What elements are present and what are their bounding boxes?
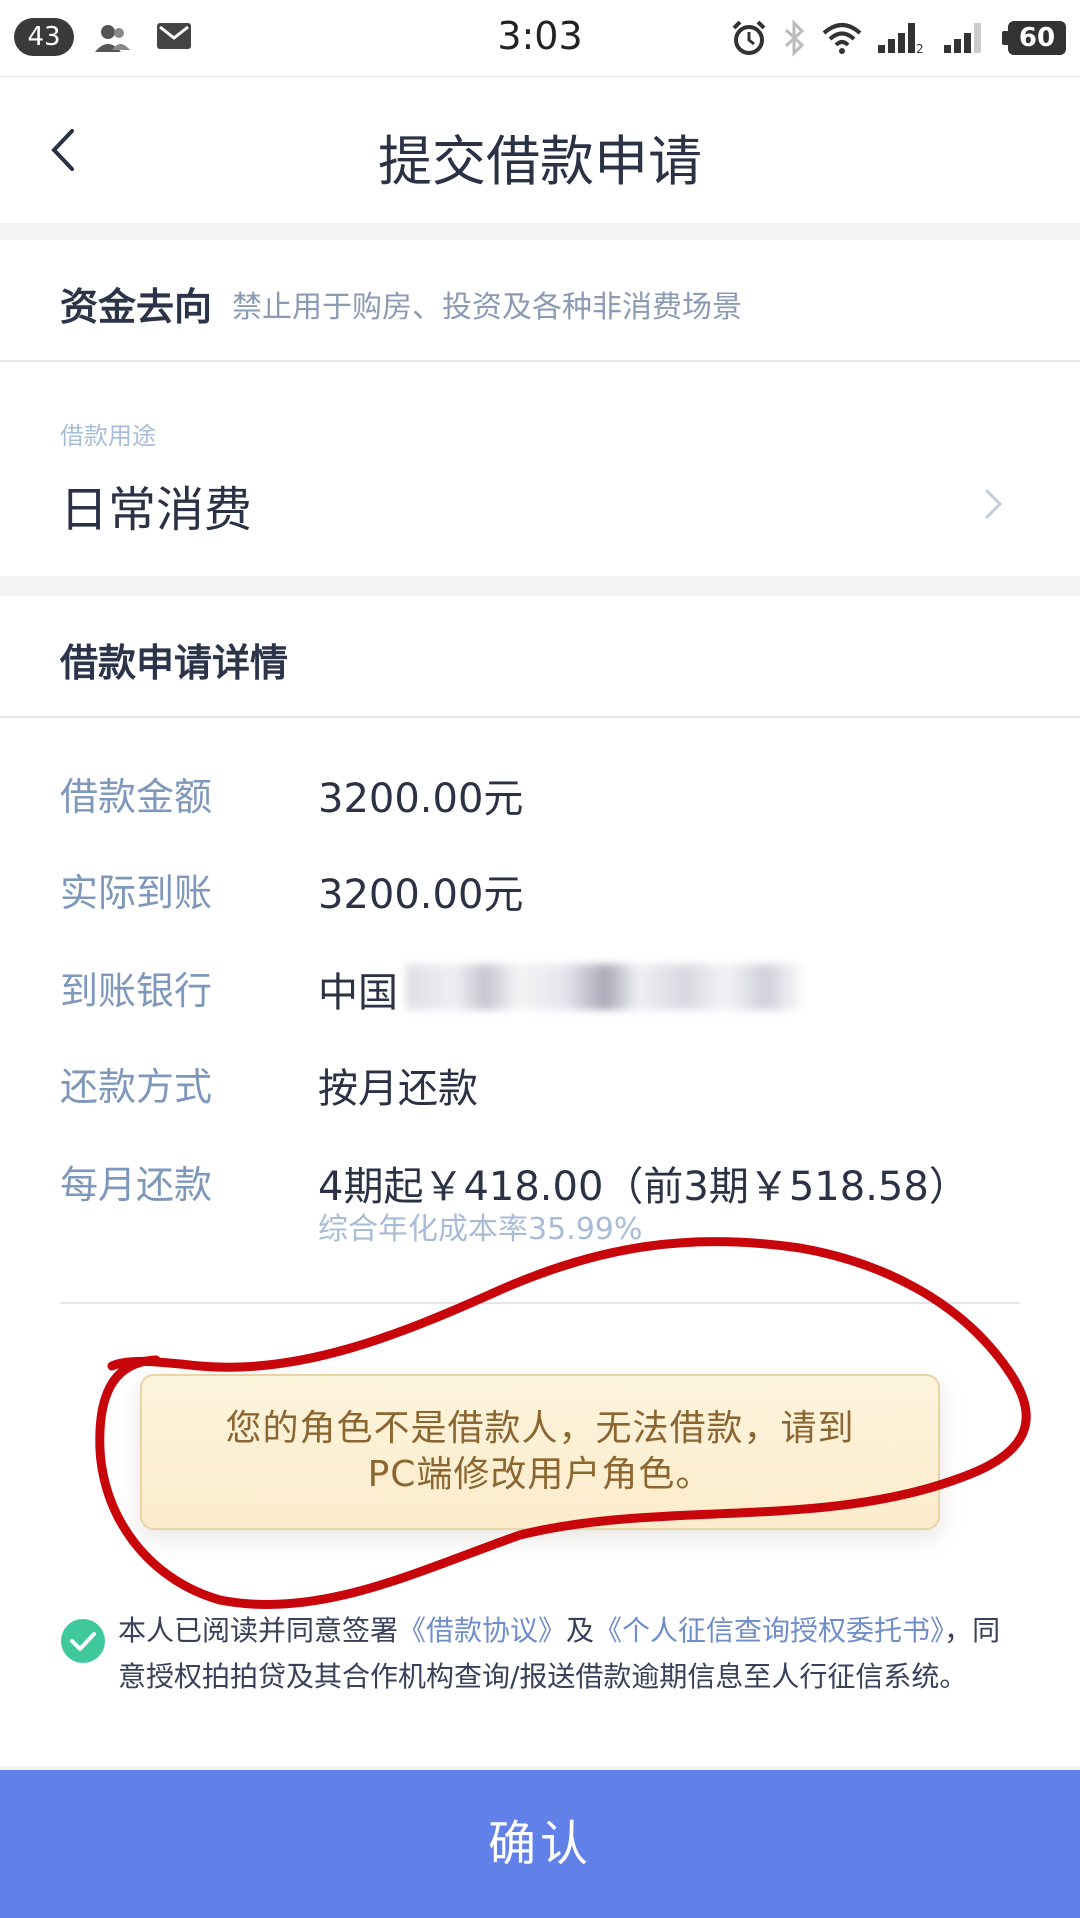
detail-row-monthly-repayment: 每月还款 4期起￥418.00（前3期￥518.58） 综合年化成本率35.99…: [60, 1154, 1040, 1254]
detail-row-bank: 到账银行 中国: [60, 960, 1040, 1020]
fund-direction-description: 禁止用于购房、投资及各种非消费场景: [232, 290, 742, 325]
signal-icon: [944, 23, 981, 53]
loan-purpose-label: 借款用途: [60, 422, 156, 450]
details-title: 借款申请详情: [60, 641, 289, 685]
battery-indicator: 60: [1002, 21, 1066, 55]
detail-label: 实际到账: [60, 871, 213, 915]
confirm-button[interactable]: 确认: [0, 1770, 1080, 1918]
divider: [0, 716, 1080, 718]
signal-icon: 2: [878, 23, 924, 55]
agreement-text-before: 本人已阅读并同意签署: [118, 1614, 399, 1647]
credit-authorization-link[interactable]: 《个人征信查询授权委托书》: [594, 1614, 944, 1647]
detail-row-repayment-method: 还款方式 按月还款: [60, 1056, 1040, 1116]
annual-rate-note: 综合年化成本率35.99%: [318, 1212, 643, 1247]
redacted-bank-name: [406, 964, 806, 1010]
nav-header: 提交借款申请: [0, 76, 1080, 223]
loan-purpose-value: 日常消费: [60, 482, 253, 538]
page-title: 提交借款申请: [378, 130, 702, 193]
detail-label: 每月还款: [60, 1163, 213, 1207]
chevron-right-icon[interactable]: [980, 484, 1006, 524]
toast-line-2: PC端修改用户角色。: [367, 1454, 713, 1495]
detail-value: 按月还款: [318, 1066, 478, 1112]
detail-row-actual-received: 实际到账 3200.00元: [60, 862, 1040, 922]
bluetooth-icon: [784, 19, 805, 57]
wifi-icon: [822, 23, 862, 54]
status-bar: 43 3:03 2 60: [0, 0, 1080, 76]
loan-purpose-selector[interactable]: 借款用途 日常消费: [0, 362, 1080, 576]
loan-details-section: 借款申请详情 借款金额 3200.00元 实际到账 3200.00元 到账银行 …: [0, 596, 1080, 1766]
alarm-icon: [732, 20, 766, 55]
detail-value: 中国: [318, 970, 398, 1016]
agreement-checkbox[interactable]: [60, 1618, 106, 1664]
fund-direction-row: 资金去向 禁止用于购房、投资及各种非消费场景: [0, 240, 1080, 362]
error-toast: 您的角色不是借款人，无法借款，请到 PC端修改用户角色。: [140, 1374, 940, 1530]
toast-line-1: 您的角色不是借款人，无法借款，请到: [225, 1408, 855, 1449]
detail-label: 借款金额: [60, 775, 213, 819]
detail-label: 还款方式: [60, 1065, 213, 1109]
detail-value: 3200.00元: [318, 776, 524, 822]
loan-agreement-link[interactable]: 《借款协议》: [398, 1614, 566, 1647]
detail-row-amount: 借款金额 3200.00元: [60, 766, 1040, 826]
fund-direction-label: 资金去向: [60, 285, 213, 329]
divider: [60, 1302, 1020, 1304]
agreement-text: 本人已阅读并同意签署《借款协议》及《个人征信查询授权委托书》，同意授权拍拍贷及其…: [118, 1608, 1028, 1700]
detail-label: 到账银行: [60, 969, 213, 1013]
svg-text:2: 2: [916, 42, 924, 55]
agreement-text-middle: 及: [566, 1614, 595, 1647]
detail-value: 3200.00元: [318, 872, 524, 918]
